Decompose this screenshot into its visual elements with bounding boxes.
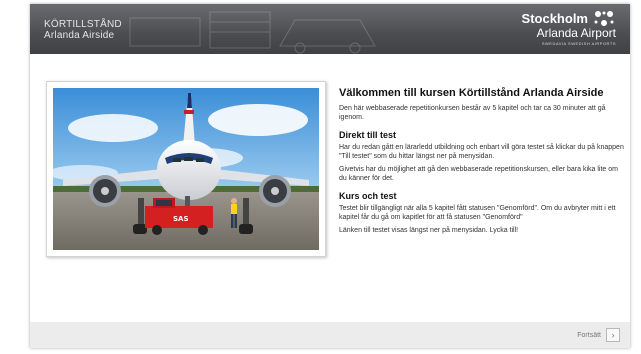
intro-paragraph: Den här webbaserade repetitionkursen bes… [339, 105, 606, 121]
airplane-photo: SAS [46, 81, 326, 257]
logo-swedavia: SWEDAVIA SWEDISH AIRPORTS [541, 41, 616, 46]
header-background-sketch [129, 11, 376, 54]
course-window: KÖRTILLSTÅND Arlanda Airside Stockholm A… [30, 4, 630, 348]
section-course-test-title: Kurs och test [339, 191, 397, 201]
crown-icon [594, 11, 614, 26]
page-title: Välkommen till kursen Körtillstånd Arlan… [339, 87, 604, 99]
airport-logo: Stockholm Arlanda Airport SWEDAVIA SWEDI… [522, 11, 616, 46]
airplane-illustration: SAS [53, 88, 319, 250]
course-title-line1: KÖRTILLSTÅND [44, 19, 122, 30]
section-direct-test-paragraph2: Givetvis har du möjlighet att gå den web… [339, 166, 618, 182]
section-direct-test-title: Direkt till test [339, 130, 397, 140]
course-title-line2: Arlanda Airside [44, 30, 115, 41]
welcome-text: Välkommen till kursen Körtillstånd Arlan… [339, 87, 624, 241]
main-content: SAS Välkommen till kursen Körtillstånd A… [30, 54, 630, 322]
section-course-test-paragraph1: Testet blir tillgängligt när alla 5 kapi… [339, 205, 616, 221]
section-direct-test-paragraph1: Har du redan gått en lärarledd utbildnin… [339, 144, 624, 160]
course-header: KÖRTILLSTÅND Arlanda Airside Stockholm A… [30, 4, 630, 54]
course-footer: Fortsätt › [30, 322, 630, 348]
section-course-test-paragraph2: Länken till testet visas längst ner på m… [339, 227, 519, 234]
chevron-right-icon[interactable]: › [606, 328, 620, 342]
continue-label[interactable]: Fortsätt [577, 332, 601, 339]
tug-label: SAS [173, 215, 189, 223]
continue-button[interactable]: Fortsätt › [577, 328, 620, 342]
course-title: KÖRTILLSTÅND Arlanda Airside [44, 19, 122, 41]
